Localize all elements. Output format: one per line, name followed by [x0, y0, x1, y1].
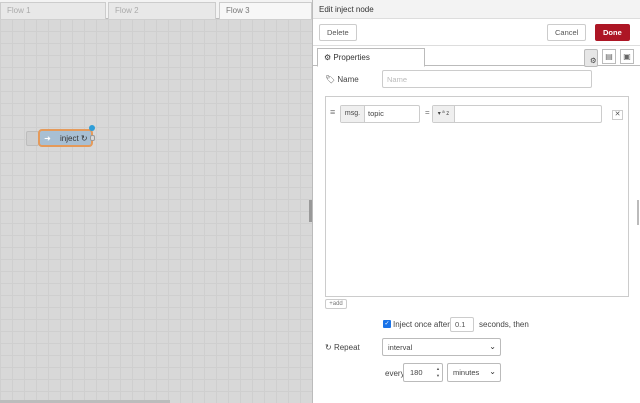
tab-flow-3[interactable]: Flow 3	[219, 2, 312, 20]
remove-icon[interactable]: ✕	[612, 110, 623, 120]
property-value-input[interactable]: ▾ ª z	[432, 105, 602, 123]
tab-flow-2[interactable]: Flow 2	[108, 2, 216, 19]
drag-handle-icon[interactable]: ≡	[330, 107, 335, 117]
tray-scrollbar[interactable]	[637, 200, 639, 225]
gear-icon: ⚙	[590, 56, 597, 65]
property-key: topic	[368, 109, 384, 118]
inject-node[interactable]: ➜ inject ↻	[38, 125, 95, 147]
chevron-down-icon: ⌄	[489, 342, 496, 351]
appearance-tab-button[interactable]: ▣	[620, 49, 634, 64]
inject-once-checkbox[interactable]: ✓	[383, 320, 391, 328]
tray-toolbar: Delete Cancel Done	[313, 19, 640, 46]
repeat-label: ↻ Repeat	[325, 343, 360, 352]
name-label: 🏷︎ Name	[325, 75, 359, 84]
property-list: ≡ msg. topic = ▾ ª z ✕	[325, 96, 629, 297]
stepper-arrows-icon[interactable]: ▲ ▼	[436, 365, 440, 379]
tag-icon: 🏷︎	[325, 75, 336, 84]
changed-indicator	[89, 125, 95, 131]
settings-tab-button[interactable]: ⚙	[584, 49, 598, 67]
done-button[interactable]: Done	[595, 24, 630, 41]
cancel-button[interactable]: Cancel	[547, 24, 587, 41]
delete-button[interactable]: Delete	[319, 24, 357, 41]
edit-tray: Edit inject node Delete Cancel Done ⚙ Pr…	[312, 0, 640, 403]
description-tab-button[interactable]: ▤	[602, 49, 616, 64]
flow-workspace: Flow 1 Flow 2 Flow 3 ➜ inject ↻	[0, 0, 312, 403]
type-selector[interactable]: ▾ ª z	[433, 106, 455, 122]
document-icon: ▤	[605, 52, 613, 61]
tab-properties[interactable]: ⚙ Properties	[317, 48, 425, 67]
gear-icon: ⚙	[324, 53, 332, 62]
output-port[interactable]	[90, 135, 95, 141]
appearance-icon: ▣	[623, 52, 631, 61]
repeat-icon: ↻	[325, 343, 332, 352]
inject-node-label: inject ↻	[60, 134, 88, 143]
tray-title: Edit inject node	[313, 0, 640, 19]
canvas-grid[interactable]	[0, 19, 312, 403]
seconds-then-label: seconds, then	[479, 320, 529, 329]
interval-stepper[interactable]: 180 ▲ ▼	[403, 363, 443, 382]
workspace-tabbar: Flow 1 Flow 2 Flow 3	[0, 0, 312, 20]
inject-once-delay-input[interactable]	[450, 317, 474, 332]
inject-once-label: Inject once after	[393, 320, 450, 329]
property-row: ≡ msg. topic = ▾ ª z ✕	[326, 103, 628, 125]
name-input[interactable]	[382, 70, 592, 88]
equals-sign: =	[425, 108, 430, 117]
property-key-input[interactable]: msg. topic	[340, 105, 420, 123]
tab-flow-1[interactable]: Flow 1	[0, 2, 106, 19]
repeat-select[interactable]: interval ⌄	[382, 338, 501, 356]
every-label: every	[385, 369, 405, 378]
chevron-down-icon: ⌄	[489, 367, 496, 376]
msg-prefix: msg.	[341, 106, 365, 122]
add-property-button[interactable]: +add	[325, 299, 347, 309]
inject-arrow-icon: ➜	[44, 134, 51, 143]
units-select[interactable]: minutes ⌄	[447, 363, 501, 382]
tray-tabs: ⚙ Properties ⚙ ▤ ▣	[313, 48, 640, 67]
